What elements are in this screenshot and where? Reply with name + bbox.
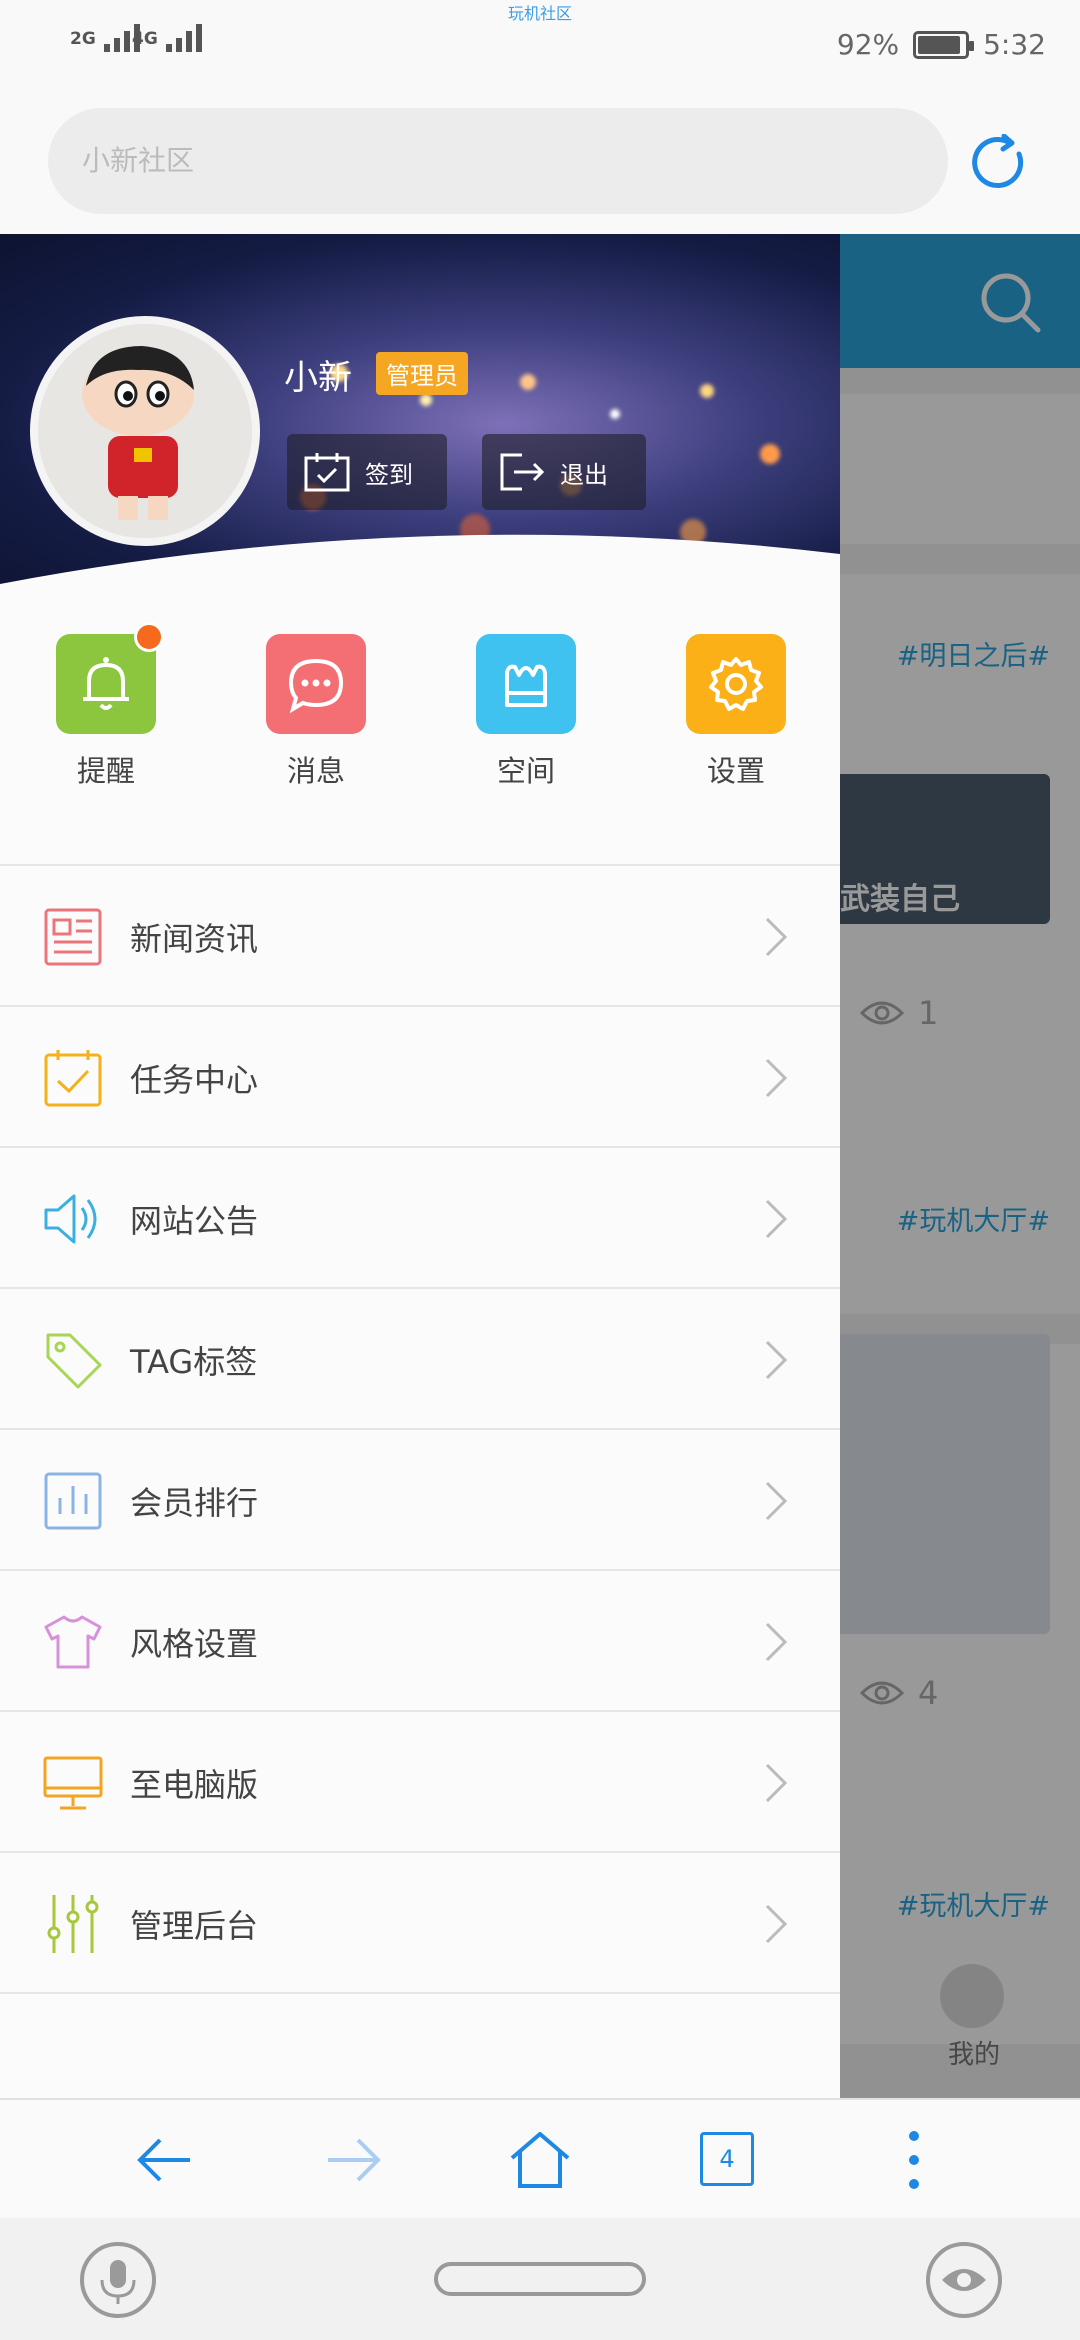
more-menu-icon[interactable]: [882, 2128, 946, 2192]
back-arrow-icon[interactable]: [132, 2128, 196, 2192]
browser-url-bar: 小新社区: [0, 96, 1080, 234]
quick-label: 空间: [496, 754, 555, 788]
chevron-right-icon: [765, 1058, 788, 1098]
quick-remind[interactable]: 提醒: [36, 622, 176, 790]
quick-actions: 提醒 消息 空间 设置: [0, 622, 840, 864]
monitor-icon: [43, 1756, 103, 1810]
menu-item-ranking[interactable]: 会员排行: [0, 1430, 840, 1571]
side-drawer: 小新 管理员 签到 退出 提醒 消息 空间 设置 新闻资讯 任务中心 网站公告 …: [0, 234, 840, 2098]
home-gesture-bar[interactable]: [434, 2262, 646, 2296]
menu-label: 风格设置: [130, 1625, 259, 1663]
microphone-icon: [100, 2260, 136, 2304]
menu-item-admin[interactable]: 管理后台: [0, 1853, 840, 1994]
quick-label: 设置: [706, 754, 765, 788]
system-nav-bar: [0, 2218, 1080, 2340]
chevron-right-icon: [765, 1763, 788, 1803]
chevron-right-icon: [765, 1904, 788, 1944]
tag-icon: [46, 1333, 102, 1389]
quick-space[interactable]: 空间: [456, 634, 596, 790]
battery-percent: 92%: [836, 28, 900, 61]
quick-label: 提醒: [76, 754, 135, 788]
newspaper-icon: [44, 908, 102, 966]
refresh-icon[interactable]: [970, 134, 1028, 192]
menu-item-news[interactable]: 新闻资讯: [0, 866, 840, 1007]
url-input[interactable]: 小新社区: [48, 108, 948, 214]
calendar-check-icon: [304, 453, 350, 492]
voice-button[interactable]: [80, 2242, 156, 2318]
signal-2g-label: 2G: [70, 29, 96, 49]
role-badge: 管理员: [376, 352, 468, 395]
task-check-icon: [44, 1050, 102, 1107]
chevron-right-icon: [765, 1622, 788, 1662]
chevron-right-icon: [765, 1481, 788, 1521]
eye-mode-button[interactable]: [926, 2242, 1002, 2318]
signal-4g-icon: 4G: [132, 20, 210, 54]
forward-arrow-icon[interactable]: [322, 2128, 386, 2192]
status-bar: 玩机社区 2G 4G 92% 5:32: [0, 0, 1080, 96]
chevron-right-icon: [765, 1340, 788, 1380]
browser-nav-bar: 4: [0, 2098, 1080, 2218]
logout-label: 退出: [560, 460, 608, 489]
menu-item-tasks[interactable]: 任务中心: [0, 1007, 840, 1148]
menu-item-style[interactable]: 风格设置: [0, 1571, 840, 1712]
signal-4g-label: 4G: [132, 29, 158, 49]
tabs-button[interactable]: 4: [700, 2132, 754, 2186]
sign-in-label: 签到: [365, 460, 413, 489]
profile-header: 小新 管理员 签到 退出: [0, 234, 840, 614]
menu-label: TAG标签: [130, 1343, 258, 1381]
username: 小新: [284, 358, 352, 398]
battery-icon: [913, 30, 975, 59]
menu-label: 新闻资讯: [130, 920, 259, 958]
clock: 5:32: [983, 28, 1046, 61]
logout-icon: [500, 453, 545, 491]
quick-messages[interactable]: 消息: [246, 634, 386, 790]
notification-dot: [134, 622, 164, 652]
menu-item-desktop[interactable]: 至电脑版: [0, 1712, 840, 1853]
menu-label: 会员排行: [130, 1484, 259, 1522]
menu-item-tags[interactable]: TAG标签: [0, 1289, 840, 1430]
avatar[interactable]: [30, 316, 260, 546]
drawer-menu: 新闻资讯 任务中心 网站公告 TAG标签 会员排行 风格设置 至电脑版 管理后台: [0, 864, 840, 1994]
sign-in-button[interactable]: 签到: [287, 434, 447, 510]
menu-label: 至电脑版: [130, 1766, 259, 1804]
menu-label: 网站公告: [130, 1202, 259, 1240]
quick-settings[interactable]: 设置: [666, 634, 806, 790]
bell-icon: [56, 622, 164, 734]
menu-item-announcements[interactable]: 网站公告: [0, 1148, 840, 1289]
avatar-image: [38, 324, 252, 538]
logout-button[interactable]: 退出: [482, 434, 646, 510]
speaker-icon: [44, 1194, 97, 1244]
home-icon[interactable]: [508, 2128, 572, 2192]
sliders-icon: [47, 1895, 99, 1953]
crown-icon: [476, 634, 576, 734]
eye-icon: [942, 2269, 986, 2291]
status-right: 92% 5:32: [837, 28, 1046, 61]
gear-icon: [686, 634, 786, 734]
quick-label: 消息: [286, 754, 345, 788]
bar-chart-icon: [44, 1472, 102, 1530]
menu-label: 任务中心: [130, 1061, 259, 1099]
tshirt-icon: [44, 1615, 102, 1669]
menu-label: 管理后台: [130, 1907, 259, 1945]
chat-icon: [266, 634, 366, 734]
chevron-right-icon: [765, 1199, 788, 1239]
chevron-right-icon: [765, 917, 788, 957]
